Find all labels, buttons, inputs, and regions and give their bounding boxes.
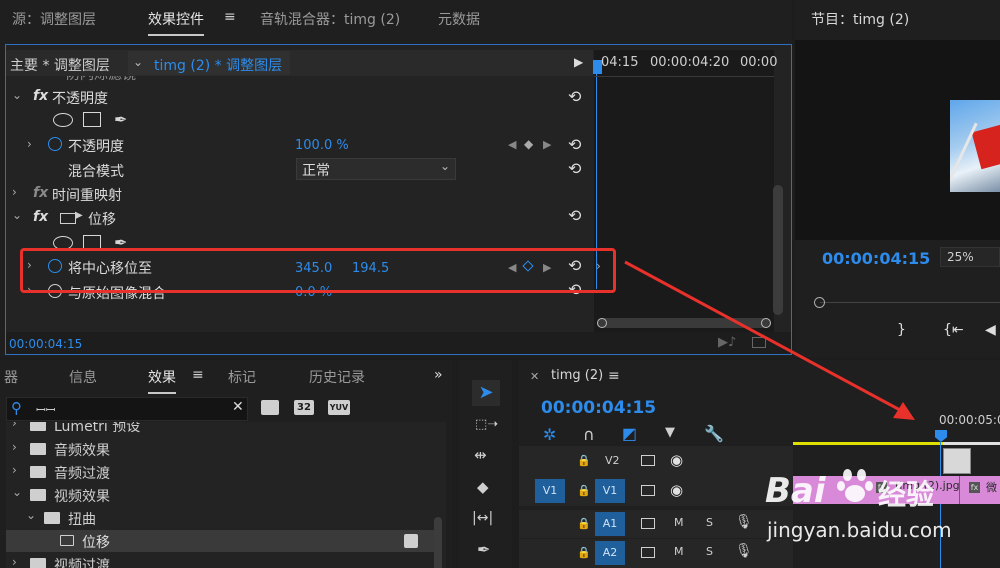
watermark-brand2: 经验 xyxy=(878,478,935,511)
paw-icon xyxy=(837,467,873,503)
watermark-url: jingyan.baidu.com xyxy=(767,518,952,542)
baidu-watermark: Bai 经验 jingyan.baidu.com xyxy=(765,463,985,553)
watermark-brand: Bai xyxy=(765,471,826,511)
